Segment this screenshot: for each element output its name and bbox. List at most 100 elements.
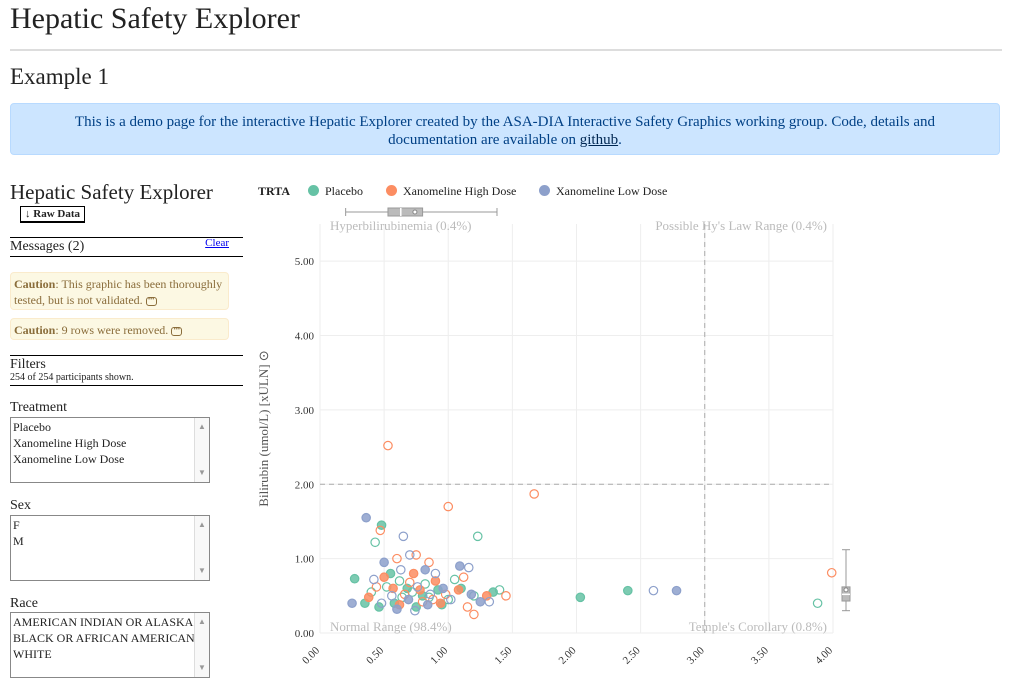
- data-point[interactable]: [379, 572, 389, 583]
- data-point[interactable]: [408, 568, 419, 579]
- data-point[interactable]: [575, 592, 586, 603]
- data-point[interactable]: [466, 589, 477, 600]
- scroll-up-icon[interactable]: ▲: [198, 419, 206, 435]
- data-point[interactable]: [420, 564, 430, 575]
- data-point[interactable]: [462, 602, 473, 612]
- example-title: Example 1: [10, 64, 109, 89]
- list-option[interactable]: Xanomeline Low Dose: [13, 451, 207, 467]
- clear-messages-link[interactable]: Clear: [205, 237, 229, 249]
- github-link[interactable]: github: [580, 132, 618, 148]
- sex-label: Sex: [10, 498, 31, 513]
- data-point[interactable]: [383, 440, 393, 451]
- data-point[interactable]: [435, 598, 446, 609]
- data-point[interactable]: [475, 596, 486, 607]
- expand-icon[interactable]: •••: [145, 296, 157, 306]
- legend-swatch: [308, 185, 319, 196]
- caution-bold: Caution: [14, 323, 56, 337]
- treatment-select[interactable]: Placebo Xanomeline High Dose Xanomeline …: [10, 417, 210, 483]
- data-point[interactable]: [454, 561, 465, 571]
- data-point[interactable]: [826, 567, 837, 578]
- hepatic-scatter-chart[interactable]: Hyperbilirubinemia (0.4%) Possible Hy's L…: [250, 200, 860, 681]
- data-point[interactable]: [398, 531, 409, 542]
- list-option[interactable]: M: [13, 533, 207, 549]
- participants-count: 254 of 254 participants shown.: [10, 372, 134, 383]
- data-point[interactable]: [648, 585, 659, 596]
- list-option[interactable]: WHITE: [13, 646, 207, 662]
- data-point[interactable]: [463, 562, 474, 573]
- quadrant-label-top-right: Possible Hy's Law Range (0.4%): [655, 218, 827, 233]
- x-tick-label: 2.50: [621, 644, 643, 666]
- data-point[interactable]: [395, 564, 406, 575]
- x-tick-label: 0.50: [364, 644, 386, 666]
- raw-data-button[interactable]: ↓ Raw Data: [20, 206, 85, 223]
- scrollbar[interactable]: ▲ ▼: [194, 516, 209, 580]
- filters-label: Filters: [10, 357, 46, 372]
- scroll-down-icon[interactable]: ▼: [198, 563, 206, 579]
- page-title: Hepatic Safety Explorer: [10, 2, 300, 35]
- data-point[interactable]: [422, 599, 433, 610]
- x-tick-label: 3.00: [685, 644, 707, 666]
- data-point[interactable]: [394, 576, 405, 586]
- x-tick-label: 2.00: [557, 644, 579, 666]
- info-end: .: [618, 132, 622, 148]
- sex-select[interactable]: F M ▲ ▼: [10, 515, 210, 581]
- legend-label: Placebo: [325, 184, 363, 198]
- data-point[interactable]: [469, 609, 479, 620]
- data-point[interactable]: [453, 585, 464, 595]
- list-option[interactable]: Placebo: [13, 419, 207, 435]
- sidebar: Hepatic Safety Explorer ↓ Raw Data Messa…: [10, 178, 243, 678]
- legend-item-placebo[interactable]: Placebo: [308, 184, 363, 199]
- data-point[interactable]: [671, 585, 682, 596]
- legend-swatch: [539, 185, 550, 196]
- data-point[interactable]: [425, 589, 436, 600]
- data-point[interactable]: [472, 531, 483, 542]
- y-axis-label: Bilirubin (umol/L) [xULN] ⊙: [256, 350, 271, 506]
- race-select[interactable]: AMERICAN INDIAN OR ALASKA NATIVE BLACK O…: [10, 612, 210, 678]
- data-point[interactable]: [379, 557, 389, 568]
- data-point[interactable]: [361, 512, 371, 523]
- data-point[interactable]: [403, 594, 414, 605]
- y-boxplot-mean: [843, 587, 849, 593]
- legend-item-high-dose[interactable]: Xanomeline High Dose: [386, 184, 516, 199]
- list-option[interactable]: AMERICAN INDIAN OR ALASKA NATIVE: [13, 614, 209, 630]
- data-point[interactable]: [438, 583, 448, 594]
- scrollbar[interactable]: ▲ ▼: [194, 613, 209, 677]
- scroll-down-icon[interactable]: ▼: [198, 660, 206, 676]
- caution-message: Caution: This graphic has been thoroughl…: [10, 272, 229, 310]
- data-point[interactable]: [347, 598, 357, 609]
- data-point[interactable]: [529, 489, 539, 499]
- data-point[interactable]: [370, 537, 380, 548]
- title-divider: [10, 49, 1002, 51]
- y-tick-label: 5.00: [295, 256, 315, 268]
- filters-header: Filters 254 of 254 participants shown.: [10, 355, 243, 386]
- sidebar-title: Hepatic Safety Explorer: [10, 180, 213, 204]
- scroll-up-icon[interactable]: ▲: [198, 614, 206, 630]
- data-point[interactable]: [449, 574, 460, 585]
- data-point[interactable]: [458, 572, 469, 583]
- data-point[interactable]: [369, 574, 379, 585]
- data-point[interactable]: [392, 604, 402, 615]
- scroll-down-icon[interactable]: ▼: [198, 465, 206, 481]
- list-option[interactable]: Xanomeline High Dose: [13, 435, 207, 451]
- data-point[interactable]: [622, 585, 633, 596]
- race-label: Race: [10, 596, 38, 611]
- y-tick-label: 3.00: [295, 405, 315, 417]
- scroll-up-icon[interactable]: ▲: [198, 517, 206, 533]
- y-tick-label: 2.00: [295, 479, 315, 491]
- data-point[interactable]: [363, 592, 374, 603]
- legend-item-low-dose[interactable]: Xanomeline Low Dose: [539, 184, 667, 199]
- messages-label: Messages (2): [10, 239, 85, 254]
- legend-label: Xanomeline High Dose: [403, 184, 517, 198]
- data-point[interactable]: [812, 598, 823, 609]
- x-tick-label: 4.00: [813, 644, 835, 666]
- x-tick-label: 3.50: [749, 644, 771, 666]
- list-option[interactable]: BLACK OR AFRICAN AMERICAN: [13, 630, 207, 646]
- expand-icon[interactable]: •••: [171, 326, 183, 336]
- list-option[interactable]: F: [13, 517, 207, 533]
- data-point[interactable]: [404, 550, 415, 560]
- messages-header: Messages (2) Clear: [10, 237, 243, 257]
- scrollbar[interactable]: ▲ ▼: [194, 418, 209, 482]
- data-point[interactable]: [349, 573, 360, 584]
- caution-message: Caution: 9 rows were removed. •••: [10, 318, 229, 340]
- data-point[interactable]: [501, 591, 511, 601]
